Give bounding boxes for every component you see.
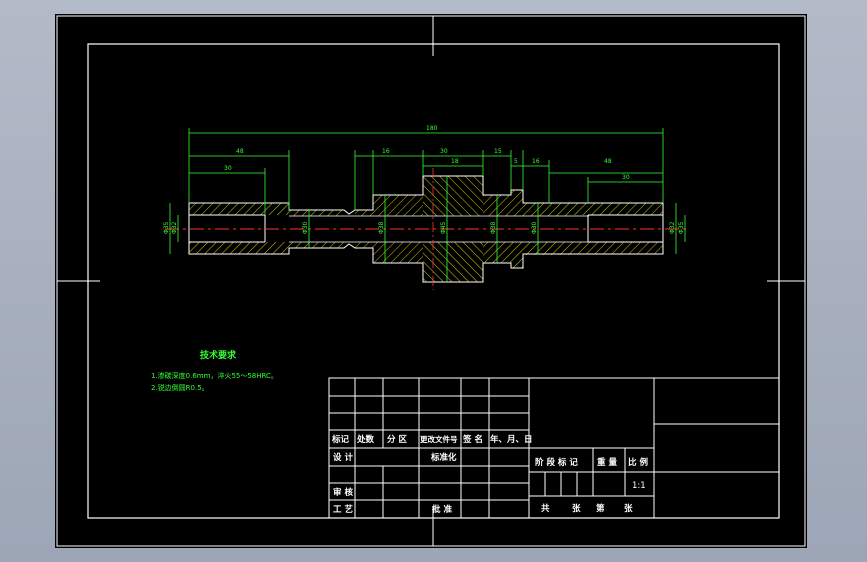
tb-standardize: 标准化 <box>430 452 457 463</box>
tb-stage-mark: 阶 段 标 记 <box>535 457 578 468</box>
dim-mid-2: 30 <box>440 148 448 155</box>
tb-count: 处数 <box>356 434 375 445</box>
dim-left-2: 30 <box>224 165 232 172</box>
dia-label-6: Φ38 <box>490 221 497 234</box>
tb-review: 审 核 <box>333 487 353 498</box>
dim-mid-1: 16 <box>382 148 390 155</box>
tb-change-doc: 更改文件号 <box>420 434 458 444</box>
dia-label-4: Φ38 <box>378 221 385 234</box>
tb-sheet-no-pre: 第 <box>596 503 605 514</box>
dim-left-1: 48 <box>236 148 244 155</box>
tb-weight: 重 量 <box>597 457 617 468</box>
dim-mid-3: 18 <box>451 158 459 165</box>
notes-line-2: 2.锐边倒圆R0.5。 <box>151 383 209 392</box>
dim-mid-5: 15 <box>494 148 502 155</box>
tb-sheet-no-post: 张 <box>624 504 633 514</box>
dia-label-1: Φ35 <box>163 221 170 234</box>
dia-label-9: Φ35 <box>678 221 685 234</box>
dia-label-2: Φ32 <box>171 221 178 234</box>
tb-design: 设 计 <box>333 452 353 463</box>
tb-sheets-total-post: 张 <box>572 504 581 514</box>
dia-label-8: Φ32 <box>669 221 676 234</box>
dim-mid-4: 5 <box>514 158 518 165</box>
tb-approve: 批 准 <box>432 504 452 515</box>
tb-process: 工 艺 <box>333 504 353 515</box>
tb-sheets-total-pre: 共 <box>541 503 550 514</box>
dim-mid-6: 16 <box>532 158 540 165</box>
notes-line-1: 1.渗碳深度0.6mm，淬火55～58HRC。 <box>151 371 278 380</box>
notes-title: 技术要求 <box>200 349 237 361</box>
tb-scale-label: 比 例 <box>628 457 648 468</box>
tb-mark: 标记 <box>331 434 350 445</box>
cad-viewport: 180 48 30 16 30 18 5 15 16 48 30 Φ35 Φ32… <box>0 0 867 562</box>
tb-sign: 签 名 <box>462 434 483 445</box>
drawing-sheet: 180 48 30 16 30 18 5 15 16 48 30 Φ35 Φ32… <box>55 14 807 548</box>
dim-right-2: 30 <box>622 174 630 181</box>
tb-date: 年、月、日 <box>490 434 533 445</box>
tb-zone: 分 区 <box>387 434 407 445</box>
dim-right-1: 48 <box>604 158 612 165</box>
dia-label-5: Φ45 <box>440 221 447 234</box>
dim-overall: 180 <box>426 125 438 132</box>
dia-label-7: Φ30 <box>531 221 538 234</box>
tb-scale-value: 1:1 <box>632 481 646 491</box>
dia-label-3: Φ30 <box>302 221 309 234</box>
